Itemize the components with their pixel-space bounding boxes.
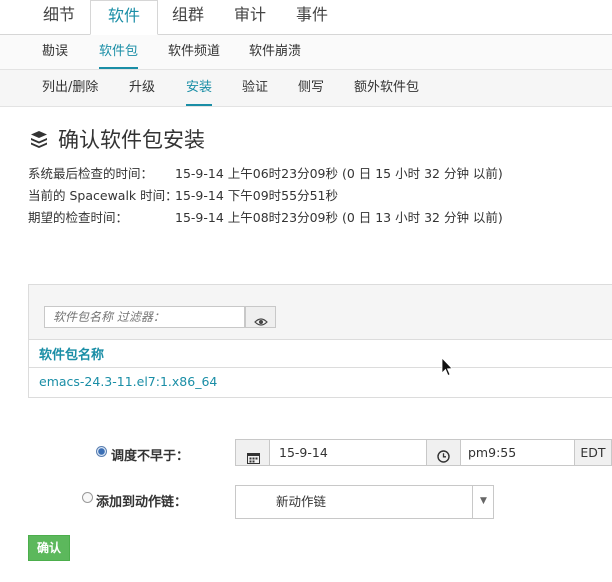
tab-details[interactable]: 细节 <box>24 0 94 34</box>
action-chain-radio[interactable] <box>82 492 93 503</box>
timezone-addon: EDT <box>574 439 612 466</box>
tab-audit[interactable]: 审计 <box>222 0 278 34</box>
page-title: 确认软件包安装 <box>28 126 205 154</box>
packages-icon <box>28 128 50 150</box>
tab-verify[interactable]: 验证 <box>242 70 268 106</box>
tab-software-crashes[interactable]: 软件崩溃 <box>249 35 301 69</box>
action-chain-select[interactable]: 新动作链 <box>235 485 494 519</box>
date-input[interactable]: 15-9-14 <box>269 439 427 466</box>
eye-icon <box>254 312 268 331</box>
filter-apply-button[interactable] <box>245 306 276 328</box>
software-subtabs: 勘误 软件包 软件频道 软件崩溃 <box>0 35 612 70</box>
expected-checkin-label: 期望的检查时间： <box>28 210 129 225</box>
tab-upgrade[interactable]: 升级 <box>129 70 155 106</box>
mouse-cursor-icon <box>441 357 453 381</box>
last-checkin-label: 系统最后检查的时间： <box>28 166 154 181</box>
page-title-text: 确认软件包安装 <box>58 128 205 152</box>
tab-groups[interactable]: 组群 <box>160 0 216 34</box>
tab-packages[interactable]: 软件包 <box>99 35 139 69</box>
primary-tabs: 细节 软件 组群 审计 事件 <box>0 0 612 35</box>
calendar-icon <box>247 447 260 472</box>
tab-software-channels[interactable]: 软件频道 <box>168 35 220 69</box>
tab-list-remove[interactable]: 列出/删除 <box>42 70 98 106</box>
current-time-label: 当前的 Spacewalk 时间： <box>28 188 178 203</box>
package-name-column-header[interactable]: 软件包名称 <box>39 344 104 363</box>
expected-checkin-value: 15-9-14 上午08时23分09秒 (0 日 13 小时 32 分钟 以前) <box>175 210 503 225</box>
clock-addon[interactable] <box>426 439 461 466</box>
package-list-panel: 软件包名称 emacs-24.3-11.el7:1.x86_64 <box>28 284 612 398</box>
calendar-addon[interactable] <box>235 439 270 466</box>
confirm-button[interactable]: 确认 <box>28 535 70 561</box>
tab-profiles[interactable]: 侧写 <box>298 70 324 106</box>
table-divider <box>29 367 612 368</box>
tab-errata[interactable]: 勘误 <box>42 35 68 69</box>
tab-install[interactable]: 安装 <box>186 70 213 106</box>
action-chain-label: 添加到动作链： <box>96 495 188 510</box>
schedule-not-before-radio[interactable] <box>96 446 107 457</box>
tab-events[interactable]: 事件 <box>284 0 340 34</box>
last-checkin-value: 15-9-14 上午06时23分09秒 (0 日 15 小时 32 分钟 以前) <box>175 166 503 181</box>
chevron-down-icon[interactable]: ▼ <box>472 485 494 519</box>
package-link[interactable]: emacs-24.3-11.el7:1.x86_64 <box>39 374 217 389</box>
tab-software[interactable]: 软件 <box>90 0 158 35</box>
packages-subtabs: 列出/删除 升级 安装 验证 侧写 额外软件包 <box>0 70 612 107</box>
schedule-not-before-label: 调度不早于： <box>111 449 190 464</box>
time-input[interactable]: pm9:55 <box>460 439 575 466</box>
package-filter-input[interactable] <box>44 306 245 328</box>
current-time-value: 15-9-14 下午09时55分51秒 <box>175 188 338 203</box>
clock-icon <box>437 446 450 471</box>
tab-extra-packages[interactable]: 额外软件包 <box>354 70 419 106</box>
